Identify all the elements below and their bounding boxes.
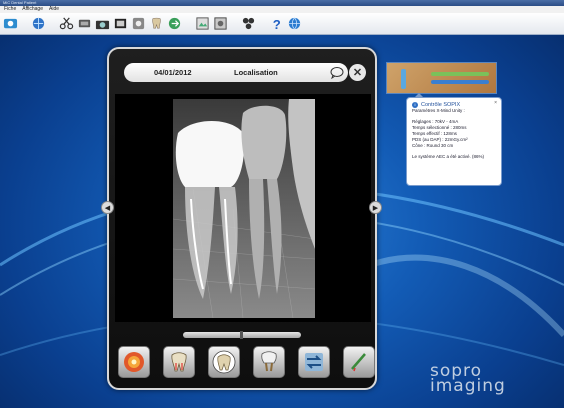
- menu-item-fiche[interactable]: Fiche: [4, 6, 16, 13]
- swap-tool-button[interactable]: [298, 346, 330, 378]
- viewer-title: Localisation: [234, 68, 278, 77]
- camera-icon: [95, 20, 110, 30]
- dental-xray-image[interactable]: [173, 99, 315, 318]
- previous-image-button[interactable]: ◀: [101, 201, 114, 214]
- export-button[interactable]: [166, 15, 183, 32]
- close-button[interactable]: ✕: [349, 64, 366, 81]
- viewer-header: 04/01/2012 Localisation: [124, 63, 348, 82]
- measure-pen-icon: [351, 353, 366, 372]
- sopro-imaging-logo: sopro imaging: [428, 363, 558, 396]
- photo-button[interactable]: [212, 15, 229, 32]
- measure-tool-button[interactable]: [343, 346, 375, 378]
- scissors-button[interactable]: [58, 15, 75, 32]
- patient-button[interactable]: [2, 15, 19, 32]
- camera-button[interactable]: [94, 15, 111, 32]
- dental-chart-icon: [152, 17, 161, 29]
- network-icon: [288, 17, 301, 30]
- globe-icon: [32, 17, 45, 30]
- color-map-icon: [124, 352, 144, 372]
- window-title: MiC Dental Patient: [3, 0, 37, 5]
- menu-item-affichage[interactable]: Affichage: [22, 6, 43, 13]
- zoom-slider[interactable]: [183, 331, 301, 339]
- exam-date: 04/01/2012: [154, 68, 192, 77]
- exposure-bar: [431, 72, 489, 76]
- tooth-root-icon: [171, 352, 187, 372]
- color-map-tool-button[interactable]: [118, 346, 150, 378]
- next-image-button[interactable]: ▶: [369, 201, 382, 214]
- sopix-thumbnail[interactable]: [386, 62, 497, 94]
- tools-icon: [78, 19, 91, 28]
- tooth-root-tool-button[interactable]: [163, 346, 195, 378]
- menu-item-aide[interactable]: Aide: [49, 6, 59, 13]
- tooth-implant-tool-button[interactable]: [253, 346, 285, 378]
- patient-icon: [3, 18, 18, 29]
- media-button[interactable]: [130, 15, 147, 32]
- dental-chart-button[interactable]: [148, 15, 165, 32]
- arrow-left-icon: ◀: [104, 204, 111, 212]
- arrow-right-icon: ▶: [372, 204, 379, 212]
- sensor-icon: [401, 69, 406, 89]
- image-area: [115, 94, 371, 322]
- swap-arrows-icon: [305, 353, 323, 371]
- photo-icon: [214, 17, 227, 30]
- sopix-control-popup: × i Contrôle SOPIX Paramètres X-Mind Uni…: [406, 93, 502, 186]
- network-button[interactable]: [286, 15, 303, 32]
- xray-viewer-panel: 04/01/2012 Localisation ✕: [107, 47, 377, 390]
- close-icon: ✕: [352, 67, 363, 79]
- help-icon: ?: [273, 17, 281, 31]
- export-icon: [168, 17, 181, 30]
- dose-bar: [431, 80, 489, 84]
- main-toolbar: ?: [0, 13, 564, 35]
- scissors-icon: [59, 17, 74, 30]
- camera-sensor-icon: [242, 17, 255, 30]
- help-button[interactable]: ?: [268, 15, 285, 32]
- tool-buttons: [118, 346, 375, 378]
- xray-drawing: [173, 99, 315, 318]
- film-button[interactable]: [112, 15, 129, 32]
- image-icon: [196, 17, 209, 30]
- camera-sensor-button[interactable]: [240, 15, 257, 32]
- image-button[interactable]: [194, 15, 211, 32]
- tooth-crown-icon: [212, 350, 236, 374]
- media-icon: [132, 17, 145, 30]
- popup-line: Le système AEC a été activé. (86%): [412, 154, 485, 159]
- zoom-slider-handle[interactable]: [240, 331, 243, 339]
- popup-close-icon[interactable]: ×: [494, 100, 497, 106]
- tools-button[interactable]: [76, 15, 93, 32]
- tooth-crown-tool-button[interactable]: [208, 346, 240, 378]
- comment-bubble-icon[interactable]: [330, 66, 344, 79]
- menu-bar: Fiche Affichage Aide: [0, 6, 564, 13]
- logo-line-2: imaging: [430, 376, 506, 396]
- svg-text:?: ?: [273, 17, 281, 31]
- film-icon: [114, 18, 127, 29]
- tooth-implant-icon: [261, 351, 277, 372]
- globe-button[interactable]: [30, 15, 47, 32]
